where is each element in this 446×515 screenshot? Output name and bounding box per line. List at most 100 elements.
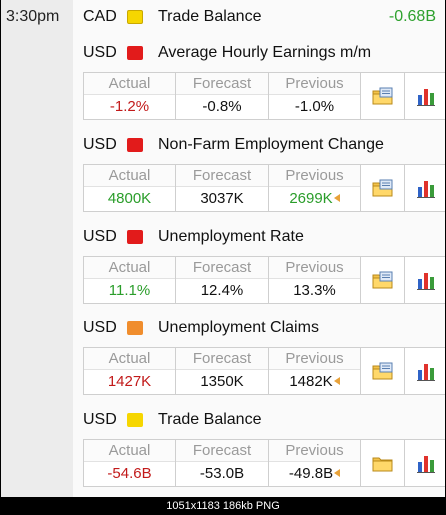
- previous-value: -49.8B: [288, 465, 334, 482]
- chart-button[interactable]: [405, 348, 445, 394]
- forecast-cell: Forecast 1350K: [176, 348, 269, 394]
- forecast-label: Forecast: [176, 348, 268, 370]
- previous-cell: Previous 1482K: [269, 348, 361, 394]
- previous-value-wrap: 13.3%: [269, 279, 360, 303]
- revised-arrow-icon[interactable]: [333, 194, 340, 202]
- impact-flag-icon: [127, 321, 143, 335]
- actual-value: 1427K: [107, 373, 152, 390]
- actual-value: 4800K: [107, 190, 152, 207]
- impact-flag-icon: [127, 46, 143, 60]
- actual-cell: Actual -54.6B: [84, 440, 176, 486]
- forecast-label: Forecast: [176, 165, 268, 187]
- forecast-cell: Forecast 3037K: [176, 165, 269, 211]
- forecast-label: Forecast: [176, 257, 268, 279]
- forecast-value: 1350K: [200, 373, 244, 390]
- event-row[interactable]: USD Unemployment Claims Actual 1427K Forecas…: [83, 319, 445, 403]
- event-title[interactable]: Unemployment Claims: [158, 319, 319, 337]
- previous-cell: Previous 13.3%: [269, 257, 361, 303]
- currency-code: USD: [83, 228, 117, 245]
- news-button[interactable]: [361, 257, 405, 303]
- chart-button[interactable]: [405, 440, 445, 486]
- impact-flag-icon: [127, 10, 143, 24]
- event-row[interactable]: USD Average Hourly Earnings m/m Actual -1.2…: [83, 44, 445, 128]
- previous-value: 2699K: [289, 190, 333, 207]
- news-button[interactable]: [361, 440, 405, 486]
- event-row[interactable]: USD Trade Balance Actual -54.6B Forecast -53.…: [83, 411, 445, 495]
- event-row-top[interactable]: CAD Trade Balance -0.68B: [83, 8, 445, 30]
- chart-button[interactable]: [405, 165, 445, 211]
- previous-label: Previous: [269, 73, 360, 95]
- previous-label: Previous: [269, 165, 360, 187]
- actual-label: Actual: [84, 165, 175, 187]
- actual-label: Actual: [84, 348, 175, 370]
- forecast-value: 3037K: [200, 190, 244, 207]
- previous-value: 1482K: [289, 373, 333, 390]
- event-values-grid: Actual -54.6B Forecast -53.0B Previous -49.8B: [83, 439, 445, 487]
- event-title[interactable]: Average Hourly Earnings m/m: [158, 44, 371, 62]
- folder-icon[interactable]: [361, 440, 404, 486]
- forecast-cell: Forecast -0.8%: [176, 73, 269, 119]
- event-title[interactable]: Unemployment Rate: [158, 228, 304, 246]
- impact-flag-icon: [127, 138, 143, 152]
- chart-button[interactable]: [405, 73, 445, 119]
- actual-value: -1.2%: [109, 98, 150, 115]
- event-values-grid: Actual 4800K Forecast 3037K Previous 2699K: [83, 164, 445, 212]
- calendar-panel: 3:30pm CAD Trade Balance -0.68B USD Avera…: [1, 0, 445, 497]
- bar-chart-icon[interactable]: [405, 257, 445, 303]
- event-title[interactable]: Trade Balance: [158, 411, 261, 429]
- previous-value-wrap: 1482K: [269, 370, 360, 394]
- currency-code: CAD: [83, 8, 117, 25]
- actual-value: 11.1%: [108, 282, 151, 299]
- actual-label: Actual: [84, 257, 175, 279]
- bar-chart-icon[interactable]: [405, 73, 445, 119]
- previous-label: Previous: [269, 440, 360, 462]
- news-button[interactable]: [361, 165, 405, 211]
- chart-button[interactable]: [405, 257, 445, 303]
- currency-code: USD: [83, 44, 117, 61]
- previous-label: Previous: [269, 348, 360, 370]
- forecast-value: -53.0B: [199, 465, 245, 482]
- forecast-value: 12.4%: [200, 282, 244, 299]
- previous-label: Previous: [269, 257, 360, 279]
- revised-arrow-icon[interactable]: [333, 377, 340, 385]
- previous-value-wrap: -49.8B: [269, 462, 360, 486]
- event-row[interactable]: USD Unemployment Rate Actual 11.1% Forecast 1…: [83, 228, 445, 312]
- event-title[interactable]: Non-Farm Employment Change: [158, 136, 384, 154]
- previous-cell: Previous 2699K: [269, 165, 361, 211]
- time-column: 3:30pm: [1, 0, 73, 497]
- news-folder-icon[interactable]: [361, 257, 404, 303]
- forecast-label: Forecast: [176, 440, 268, 462]
- event-title[interactable]: Trade Balance: [158, 8, 261, 26]
- news-folder-icon[interactable]: [361, 348, 404, 394]
- news-button[interactable]: [361, 73, 405, 119]
- event-values-grid: Actual 1427K Forecast 1350K Previous 1482K: [83, 347, 445, 395]
- actual-cell: Actual -1.2%: [84, 73, 176, 119]
- event-header: USD Average Hourly Earnings m/m: [83, 44, 445, 66]
- forecast-label: Forecast: [176, 73, 268, 95]
- actual-cell: Actual 4800K: [84, 165, 176, 211]
- news-folder-icon[interactable]: [361, 165, 404, 211]
- image-info-bar: 1051x1183 186kb PNG: [0, 497, 446, 515]
- bar-chart-icon[interactable]: [405, 165, 445, 211]
- previous-cell: Previous -49.8B: [269, 440, 361, 486]
- previous-value: -1.0%: [294, 98, 335, 115]
- actual-cell: Actual 11.1%: [84, 257, 176, 303]
- previous-value: 13.3%: [293, 282, 336, 299]
- revised-arrow-icon[interactable]: [334, 469, 341, 477]
- actual-label: Actual: [84, 73, 175, 95]
- event-header: USD Unemployment Claims: [83, 319, 445, 341]
- news-button[interactable]: [361, 348, 405, 394]
- impact-flag-icon: [127, 230, 143, 244]
- bar-chart-icon[interactable]: [405, 348, 445, 394]
- impact-flag-icon: [127, 413, 143, 427]
- news-folder-icon[interactable]: [361, 73, 404, 119]
- currency-code: USD: [83, 411, 117, 428]
- event-values-grid: Actual -1.2% Forecast -0.8% Previous -1.0%: [83, 72, 445, 120]
- event-row[interactable]: USD Non-Farm Employment Change Actual 4800K…: [83, 136, 445, 220]
- actual-label: Actual: [84, 440, 175, 462]
- event-header: USD Non-Farm Employment Change: [83, 136, 445, 158]
- actual-value: -0.68B: [388, 8, 436, 25]
- forecast-value: -0.8%: [202, 98, 242, 115]
- forecast-cell: Forecast -53.0B: [176, 440, 269, 486]
- bar-chart-icon[interactable]: [405, 440, 445, 486]
